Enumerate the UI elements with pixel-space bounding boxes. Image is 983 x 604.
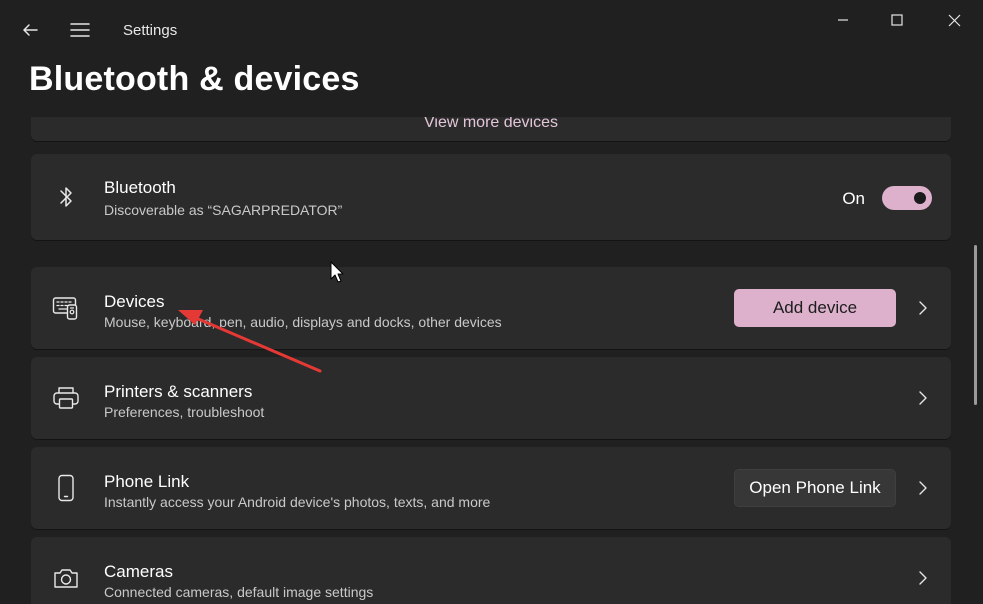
cameras-title: Cameras (104, 562, 173, 581)
bluetooth-card: Bluetooth Discoverable as “SAGARPREDATOR… (31, 154, 951, 240)
vertical-scrollbar[interactable] (974, 245, 977, 405)
phone-icon (51, 473, 81, 503)
close-icon[interactable] (926, 0, 982, 40)
printers-title: Printers & scanners (104, 382, 253, 401)
chevron-right-icon (915, 480, 931, 496)
chevron-right-icon (915, 300, 931, 316)
page-title: Bluetooth & devices (29, 60, 360, 98)
view-more-devices-link[interactable]: View more devices (424, 117, 558, 132)
bluetooth-toggle[interactable] (882, 186, 932, 210)
cameras-subtitle: Connected cameras, default image setting… (104, 584, 374, 600)
open-phone-link-button[interactable]: Open Phone Link (734, 469, 896, 507)
bluetooth-toggle-label: On (842, 189, 865, 208)
devices-icon (51, 293, 81, 323)
devices-title: Devices (104, 292, 165, 311)
bluetooth-icon (51, 182, 81, 212)
phone-link-row[interactable]: Phone Link Instantly access your Android… (31, 447, 951, 529)
phone-link-title: Phone Link (104, 472, 190, 491)
chevron-right-icon (915, 390, 931, 406)
phone-link-subtitle: Instantly access your Android device's p… (104, 494, 491, 510)
devices-row[interactable]: Devices Mouse, keyboard, pen, audio, dis… (31, 267, 951, 349)
hamburger-menu-icon[interactable] (62, 12, 98, 48)
app-title: Settings (123, 22, 178, 39)
printer-icon (51, 383, 81, 413)
camera-icon (51, 563, 81, 593)
bluetooth-subtitle: Discoverable as “SAGARPREDATOR” (104, 202, 343, 218)
chevron-right-icon (915, 570, 931, 586)
back-arrow-icon[interactable] (12, 12, 48, 48)
devices-subtitle: Mouse, keyboard, pen, audio, displays an… (104, 314, 502, 330)
bluetooth-title: Bluetooth (104, 178, 176, 197)
view-more-devices-card: View more devices (31, 117, 951, 141)
minimize-icon[interactable] (815, 0, 871, 40)
toggle-knob (914, 192, 926, 204)
settings-content: View more devices Bluetooth Discoverable… (0, 117, 983, 604)
title-bar: Settings (0, 0, 983, 62)
printers-row[interactable]: Printers & scanners Preferences, trouble… (31, 357, 951, 439)
printers-subtitle: Preferences, troubleshoot (104, 404, 265, 420)
cameras-row[interactable]: Cameras Connected cameras, default image… (31, 537, 951, 604)
maximize-icon[interactable] (869, 0, 925, 40)
add-device-button[interactable]: Add device (734, 289, 896, 327)
